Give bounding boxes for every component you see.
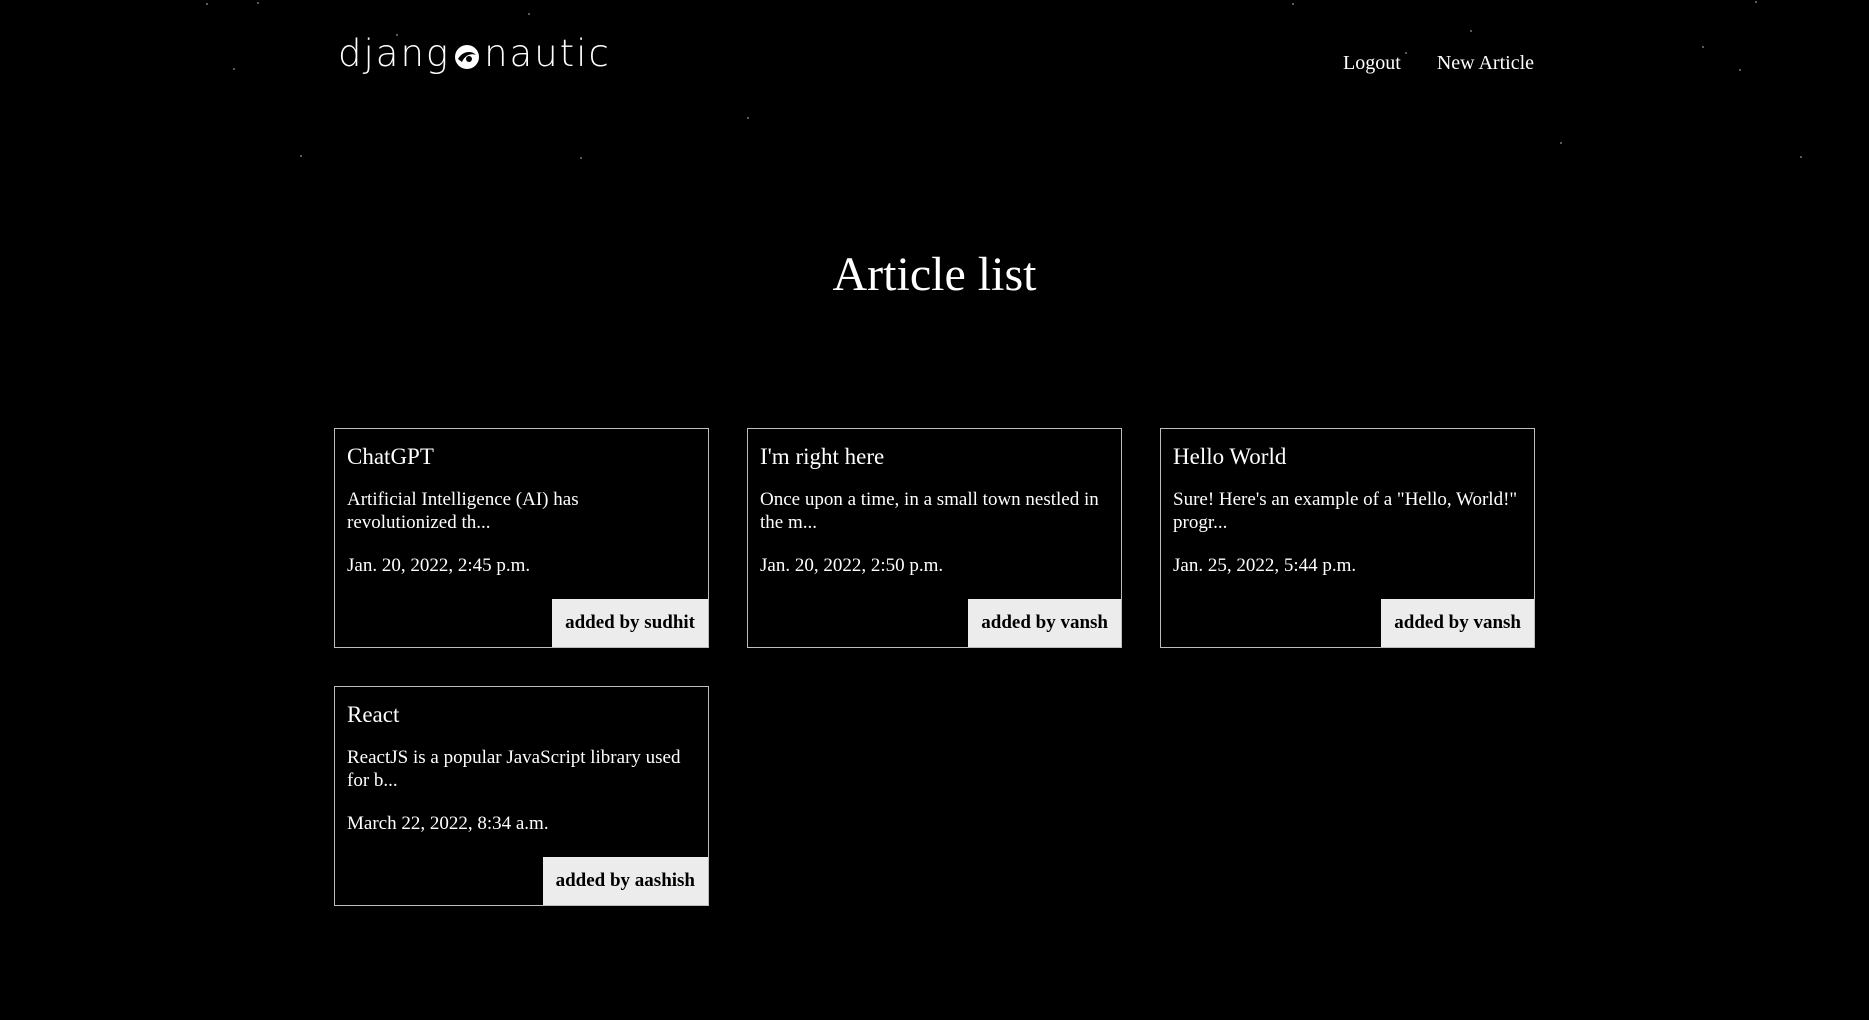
- site-header: djang nautic Logout New Article: [334, 0, 1534, 110]
- article-date: Jan. 20, 2022, 2:45 p.m.: [347, 555, 531, 576]
- logo-text-right: nautic: [484, 32, 611, 75]
- article-card[interactable]: I'm right here Once upon a time, in a sm…: [747, 428, 1122, 648]
- new-article-link[interactable]: New Article: [1437, 52, 1534, 75]
- article-excerpt: Artificial Intelligence (AI) has revolut…: [347, 489, 579, 533]
- article-title[interactable]: React: [347, 701, 399, 729]
- author-badge: added by vansh: [1381, 599, 1534, 647]
- article-title[interactable]: ChatGPT: [347, 443, 434, 471]
- article-excerpt: ReactJS is a popular JavaScript library …: [347, 747, 681, 791]
- author-badge: added by aashish: [542, 857, 708, 905]
- author-badge: added by vansh: [968, 599, 1121, 647]
- page: djang nautic Logout New Article Article …: [0, 0, 1869, 1020]
- article-excerpt: Once upon a time, in a small town nestle…: [760, 489, 1099, 533]
- logout-link[interactable]: Logout: [1343, 52, 1401, 75]
- logo-text-left: djang: [338, 32, 451, 75]
- article-title[interactable]: Hello World: [1173, 443, 1286, 471]
- article-card[interactable]: ChatGPT Artificial Intelligence (AI) has…: [334, 428, 709, 648]
- article-card[interactable]: Hello World Sure! Here's an example of a…: [1160, 428, 1535, 648]
- author-badge: added by sudhit: [552, 599, 708, 647]
- article-card[interactable]: React ReactJS is a popular JavaScript li…: [334, 686, 709, 906]
- page-title: Article list: [832, 248, 1037, 301]
- article-date: Jan. 25, 2022, 5:44 p.m.: [1173, 555, 1357, 576]
- article-date: March 22, 2022, 8:34 a.m.: [347, 813, 549, 834]
- article-grid: ChatGPT Artificial Intelligence (AI) has…: [334, 428, 1535, 906]
- rocket-orbit-icon: [455, 45, 480, 69]
- article-date: Jan. 20, 2022, 2:50 p.m.: [760, 555, 944, 576]
- article-title[interactable]: I'm right here: [760, 443, 884, 471]
- site-logo[interactable]: djang nautic: [338, 30, 611, 78]
- article-excerpt: Sure! Here's an example of a "Hello, Wor…: [1173, 489, 1518, 533]
- main-nav: Logout New Article: [1343, 52, 1534, 75]
